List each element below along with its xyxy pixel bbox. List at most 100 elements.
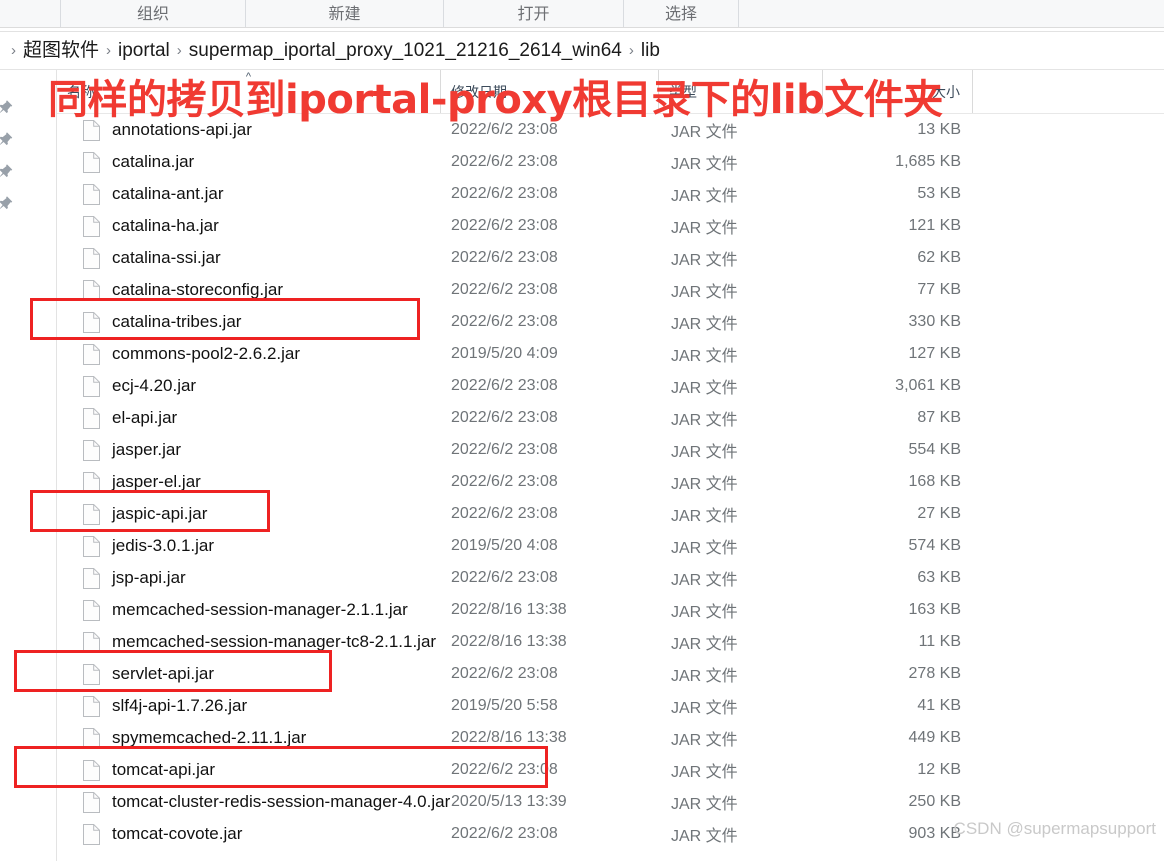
file-list[interactable]: annotations-api.jar 2022/6/2 23:08 JAR 文件 1… [57, 114, 1164, 850]
file-name-cell[interactable]: catalina-ssi.jar [57, 247, 441, 269]
jar-file-icon [83, 631, 100, 653]
table-row[interactable]: slf4j-api-1.7.26.jar 2019/5/20 5:58 JAR 文件… [57, 690, 1164, 722]
file-size-cell: 163 KB [908, 601, 961, 618]
file-list-pane[interactable]: ^ 名称 修改日期 类型 大小 annotations-api.jar 2022/… [57, 70, 1164, 861]
ribbon-right-spacer [739, 0, 1164, 27]
table-row[interactable]: tomcat-covote.jar 2022/6/2 23:08 JAR 文件 903… [57, 818, 1164, 850]
pin-icon [0, 98, 16, 120]
table-row[interactable]: jaspic-api.jar 2022/6/2 23:08 JAR 文件 27 KB [57, 498, 1164, 530]
file-size-cell: 13 KB [917, 121, 961, 138]
ribbon-group-select[interactable]: 选择 [624, 0, 739, 27]
jar-file-icon [83, 567, 100, 589]
table-row[interactable]: servlet-api.jar 2022/6/2 23:08 JAR 文件 278 K… [57, 658, 1164, 690]
file-name-label: catalina-storeconfig.jar [112, 280, 284, 299]
file-name-label: annotations-api.jar [112, 120, 252, 139]
column-header-date-modified[interactable]: 修改日期 [441, 70, 659, 113]
file-size-cell: 53 KB [917, 185, 961, 202]
file-type-cell: JAR 文件 [671, 828, 738, 845]
table-row[interactable]: tomcat-cluster-redis-session-manager-4.0… [57, 786, 1164, 818]
address-bar[interactable]: › 超图软件 › iportal › supermap_iportal_prox… [0, 32, 1164, 70]
file-name-cell[interactable]: slf4j-api-1.7.26.jar [57, 695, 441, 717]
file-name-cell[interactable]: servlet-api.jar [57, 663, 441, 685]
file-name-cell[interactable]: ecj-4.20.jar [57, 375, 441, 397]
file-type-cell: JAR 文件 [671, 796, 738, 813]
file-date-cell: 2022/6/2 23:08 [451, 505, 558, 522]
file-name-cell[interactable]: catalina-ant.jar [57, 183, 441, 205]
file-name-cell[interactable]: catalina-storeconfig.jar [57, 279, 441, 301]
file-size-cell: 77 KB [917, 281, 961, 298]
file-name-label: catalina-ant.jar [112, 184, 224, 203]
file-name-cell[interactable]: tomcat-api.jar [57, 759, 441, 781]
file-name-cell[interactable]: jedis-3.0.1.jar [57, 535, 441, 557]
file-name-cell[interactable]: memcached-session-manager-2.1.1.jar [57, 599, 441, 621]
file-date-cell: 2022/6/2 23:08 [451, 409, 558, 426]
file-name-cell[interactable]: catalina-ha.jar [57, 215, 441, 237]
table-row[interactable]: catalina-ha.jar 2022/6/2 23:08 JAR 文件 121 K… [57, 210, 1164, 242]
file-name-cell[interactable]: commons-pool2-2.6.2.jar [57, 343, 441, 365]
table-row[interactable]: catalina-ant.jar 2022/6/2 23:08 JAR 文件 53 K… [57, 178, 1164, 210]
file-name-cell[interactable]: tomcat-cluster-redis-session-manager-4.0… [57, 791, 450, 813]
column-header-name[interactable]: ^ 名称 [57, 70, 441, 113]
jar-file-icon [83, 215, 100, 237]
table-row[interactable]: jedis-3.0.1.jar 2019/5/20 4:08 JAR 文件 574 K… [57, 530, 1164, 562]
jar-file-icon [83, 311, 100, 333]
breadcrumb-item-0[interactable]: 超图软件 [23, 39, 99, 63]
jar-file-icon [83, 823, 100, 845]
file-name-cell[interactable]: memcached-session-manager-tc8-2.1.1.jar [57, 631, 441, 653]
file-name-cell[interactable]: jsp-api.jar [57, 567, 441, 589]
file-type-cell: JAR 文件 [671, 124, 738, 141]
table-row[interactable]: spymemcached-2.11.1.jar 2022/8/16 13:38 JA… [57, 722, 1164, 754]
ribbon-group-new[interactable]: 新建 [246, 0, 444, 27]
jar-file-icon [83, 119, 100, 141]
table-row[interactable]: jasper.jar 2022/6/2 23:08 JAR 文件 554 KB [57, 434, 1164, 466]
table-row[interactable]: catalina.jar 2022/6/2 23:08 JAR 文件 1,685 KB [57, 146, 1164, 178]
file-date-cell: 2022/6/2 23:08 [451, 249, 558, 266]
file-type-cell: JAR 文件 [671, 476, 738, 493]
file-name-cell[interactable]: annotations-api.jar [57, 119, 441, 141]
jar-file-icon [83, 695, 100, 717]
table-row[interactable]: annotations-api.jar 2022/6/2 23:08 JAR 文件 1… [57, 114, 1164, 146]
breadcrumb-item-3[interactable]: lib [641, 39, 660, 63]
file-name-label: memcached-session-manager-tc8-2.1.1.jar [112, 632, 437, 651]
table-row[interactable]: commons-pool2-2.6.2.jar 2019/5/20 4:09 JAR… [57, 338, 1164, 370]
file-name-cell[interactable]: catalina.jar [57, 151, 441, 173]
jar-file-icon [83, 407, 100, 429]
file-name-cell[interactable]: tomcat-covote.jar [57, 823, 441, 845]
file-name-cell[interactable]: jasper.jar [57, 439, 441, 461]
file-name-label: jasper.jar [112, 440, 181, 459]
ribbon-group-open[interactable]: 打开 [444, 0, 624, 27]
file-size-cell: 27 KB [917, 505, 961, 522]
table-row[interactable]: jsp-api.jar 2022/6/2 23:08 JAR 文件 63 KB [57, 562, 1164, 594]
table-row[interactable]: el-api.jar 2022/6/2 23:08 JAR 文件 87 KB [57, 402, 1164, 434]
breadcrumb-item-1[interactable]: iportal [118, 39, 170, 63]
column-header-size[interactable]: 大小 [823, 70, 973, 113]
table-row[interactable]: memcached-session-manager-2.1.1.jar 2022/… [57, 594, 1164, 626]
file-name-label: catalina-ha.jar [112, 216, 219, 235]
file-name-cell[interactable]: spymemcached-2.11.1.jar [57, 727, 441, 749]
file-type-cell: JAR 文件 [671, 636, 738, 653]
file-name-cell[interactable]: jasper-el.jar [57, 471, 441, 493]
file-date-cell: 2022/6/2 23:08 [451, 665, 558, 682]
breadcrumb-item-2[interactable]: supermap_iportal_proxy_1021_21216_2614_w… [189, 39, 622, 63]
table-row[interactable]: catalina-ssi.jar 2022/6/2 23:08 JAR 文件 62 K… [57, 242, 1164, 274]
table-row[interactable]: jasper-el.jar 2022/6/2 23:08 JAR 文件 168 KB [57, 466, 1164, 498]
table-row[interactable]: tomcat-api.jar 2022/6/2 23:08 JAR 文件 12 KB [57, 754, 1164, 786]
file-name-cell[interactable]: catalina-tribes.jar [57, 311, 441, 333]
file-type-cell: JAR 文件 [671, 764, 738, 781]
column-header-row: ^ 名称 修改日期 类型 大小 [57, 70, 1164, 114]
jar-file-icon [83, 279, 100, 301]
table-row[interactable]: ecj-4.20.jar 2022/6/2 23:08 JAR 文件 3,061 KB [57, 370, 1164, 402]
ribbon-group-organize[interactable]: 组织 [61, 0, 246, 27]
column-header-type[interactable]: 类型 [659, 70, 823, 113]
file-name-label: jsp-api.jar [112, 568, 186, 587]
table-row[interactable]: catalina-storeconfig.jar 2022/6/2 23:08 JA… [57, 274, 1164, 306]
file-date-cell: 2022/6/2 23:08 [451, 153, 558, 170]
file-name-cell[interactable]: jaspic-api.jar [57, 503, 441, 525]
navigation-pane[interactable] [0, 70, 57, 861]
file-type-cell: JAR 文件 [671, 252, 738, 269]
table-row[interactable]: catalina-tribes.jar 2022/6/2 23:08 JAR 文件 3… [57, 306, 1164, 338]
jar-file-icon [83, 247, 100, 269]
table-row[interactable]: memcached-session-manager-tc8-2.1.1.jar 2… [57, 626, 1164, 658]
file-name-cell[interactable]: el-api.jar [57, 407, 441, 429]
file-type-cell: JAR 文件 [671, 380, 738, 397]
